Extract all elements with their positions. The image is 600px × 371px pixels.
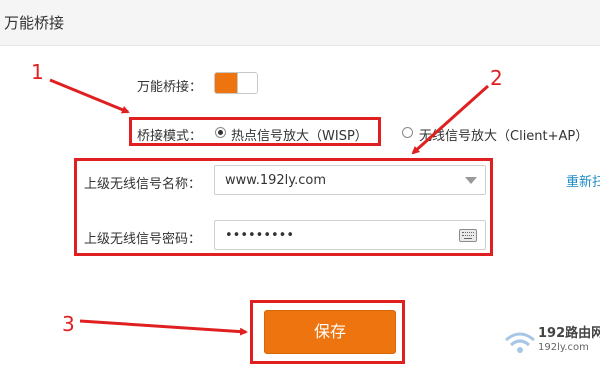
- annotation-arrows: [49, 78, 489, 336]
- watermark-title: 192路由网: [538, 326, 600, 341]
- wifi-icon: [505, 332, 535, 353]
- arrow-3-icon: [79, 319, 248, 336]
- watermark-url: 192ly.com: [538, 342, 589, 353]
- arrow-1-icon: [49, 78, 130, 114]
- watermark-logo: 192路由网 192ly.com: [498, 318, 600, 368]
- arrow-2-icon: [411, 84, 489, 155]
